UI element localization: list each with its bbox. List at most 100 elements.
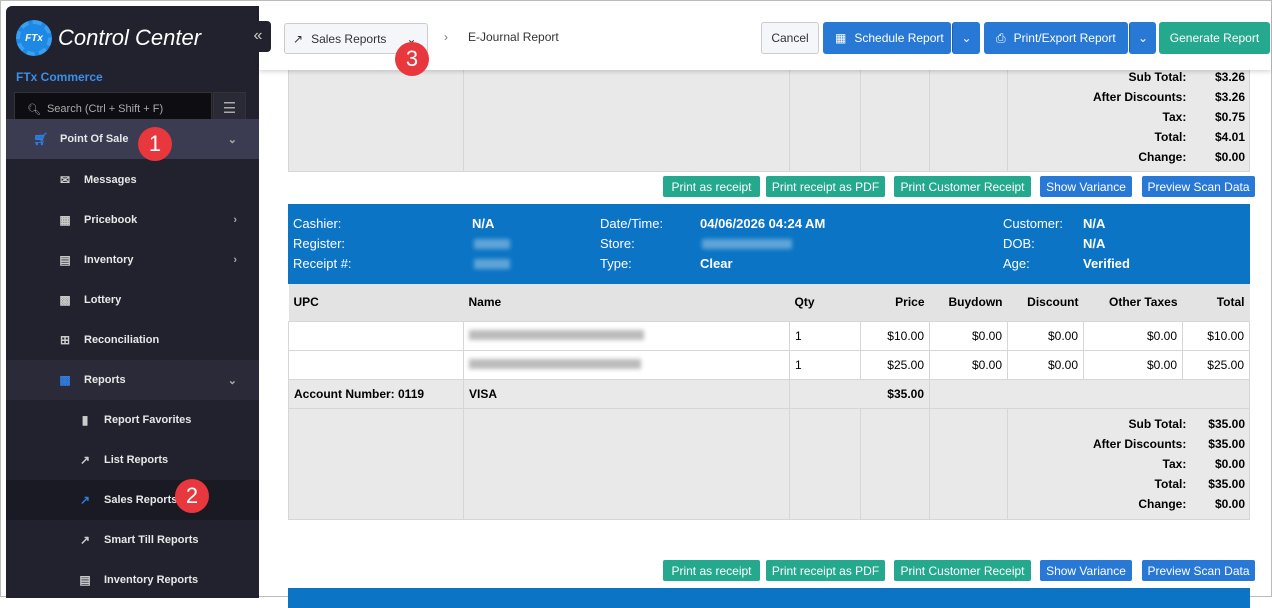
label: Point Of Sale — [60, 133, 129, 145]
schedule-report-button[interactable]: ▦ Schedule Report — [823, 22, 951, 54]
register-value-redacted — [474, 239, 510, 249]
step-badge-1: 1 — [138, 127, 172, 161]
gear-logo-icon: FTx — [16, 20, 52, 56]
datetime-label: Date/Time: — [600, 216, 664, 231]
print-pdf-button[interactable]: Print receipt as PDF — [766, 176, 885, 197]
print-customer-receipt-button[interactable]: Print Customer Receipt — [894, 560, 1031, 581]
sidebar-item-list-reports[interactable]: ↗ List Reports — [6, 440, 259, 480]
sidebar-item-pricebook[interactable]: ▦ Pricebook › — [6, 200, 259, 240]
total-line: Total: $4.01 — [1012, 127, 1245, 147]
total-value: $35.00 — [1208, 436, 1245, 451]
step-badge-3: 3 — [395, 42, 429, 76]
label: Reconciliation — [84, 334, 160, 346]
total-line: Sub Total: $35.00 — [1012, 414, 1245, 434]
register-label: Register: — [293, 236, 346, 251]
bookmark-icon: ▮ — [81, 413, 89, 427]
sidebar-item-inventory-reports[interactable]: ▤ Inventory Reports — [6, 560, 259, 598]
store-value-redacted — [702, 239, 792, 249]
upc-cell — [288, 320, 464, 351]
price-cell: $25.00 — [860, 349, 930, 380]
payment-method: VISA — [463, 378, 790, 409]
show-variance-button[interactable]: Show Variance — [1040, 560, 1132, 581]
payment-row: Account Number: 0119 VISA $35.00 — [288, 378, 1250, 409]
cancel-button[interactable]: Cancel — [761, 22, 819, 54]
type-value: Clear — [700, 256, 733, 271]
total-value: $35.00 — [1208, 476, 1245, 491]
chevron-right-icon: › — [233, 214, 237, 226]
schedule-dropdown-toggle[interactable]: ⌄ — [952, 22, 980, 54]
line-chart-icon: ↗ — [79, 453, 91, 467]
previous-receipt-totals: Sub Total: $3.26 After Discounts: $3.26 Ta… — [288, 62, 1250, 172]
totals-row: Sub Total: $35.00 After Discounts: $35.00… — [288, 407, 1250, 520]
warehouse-icon: ▤ — [59, 253, 71, 267]
step-badge-2: 2 — [175, 479, 209, 513]
search-placeholder: Search (Ctrl + Shift + F) — [46, 103, 164, 115]
label: Lottery — [84, 294, 122, 306]
print-customer-receipt-button[interactable]: Print Customer Receipt — [894, 176, 1031, 197]
sidebar-item-lottery[interactable]: ▩ Lottery — [6, 280, 259, 320]
total-line: Change: $0.00 — [1012, 494, 1245, 514]
buydown-cell: $0.00 — [929, 349, 1008, 380]
dob-label: DOB: — [1003, 236, 1035, 251]
print-as-receipt-button[interactable]: Print as receipt — [663, 176, 760, 197]
col-price: Price — [895, 295, 925, 310]
age-label: Age: — [1003, 256, 1030, 271]
sidebar-item-reports[interactable]: ▩ Reports ⌄ — [6, 360, 259, 400]
sidebar-item-smart-till-reports[interactable]: ↗ Smart Till Reports — [6, 520, 259, 560]
label: Sales Reports — [104, 494, 178, 506]
total-line: After Discounts: $3.26 — [1012, 87, 1245, 107]
collapse-sidebar-button[interactable]: « — [245, 21, 271, 52]
sidebar-item-sales-reports[interactable]: ↗ Sales Reports — [6, 480, 259, 520]
print-pdf-button[interactable]: Print receipt as PDF — [766, 560, 885, 581]
total-value: $0.00 — [1214, 496, 1245, 511]
sidebar-item-messages[interactable]: ✉ Messages — [6, 160, 259, 200]
print-as-receipt-button[interactable]: Print as receipt — [663, 560, 760, 581]
generate-report-button[interactable]: Generate Report — [1159, 22, 1270, 54]
total-value: $0.00 — [1214, 456, 1245, 471]
envelope-icon: ✉ — [59, 173, 71, 187]
cashier-value: N/A — [472, 216, 495, 231]
name-cell-redacted — [463, 349, 790, 380]
sidebar-item-inventory[interactable]: ▤ Inventory › — [6, 240, 259, 280]
col-discount: Discount — [1027, 295, 1079, 310]
sidebar-item-report-favorites[interactable]: ▮ Report Favorites — [6, 400, 259, 440]
col-qty: Qty — [794, 295, 815, 310]
cart-icon: 🛒︎ — [33, 132, 49, 146]
logo[interactable]: FTx Control Center — [16, 20, 201, 56]
line-chart-icon: ↗ — [79, 493, 91, 507]
total-label: After Discounts: — [1092, 90, 1187, 104]
label: Messages — [84, 174, 137, 186]
sidebar-item-point-of-sale[interactable]: 🛒︎ Point Of Sale ⌄ — [6, 119, 259, 159]
discount-cell: $0.00 — [1007, 320, 1084, 351]
ticket-icon: ▩ — [59, 293, 71, 307]
age-value: Verified — [1083, 256, 1130, 271]
upc-cell — [288, 349, 464, 380]
table-header-row: UPC Name Qty Price Buydown Discount Othe… — [288, 284, 1250, 321]
breadcrumb-separator-icon: › — [444, 30, 448, 44]
label: Print/Export Report — [1013, 31, 1116, 45]
qty-cell: 1 — [789, 320, 861, 351]
total-value: $3.26 — [1214, 70, 1245, 84]
col-buydown: Buydown — [948, 295, 1003, 310]
sidebar-item-reconciliation[interactable]: ⊞ Reconciliation — [6, 320, 259, 360]
col-total: Total — [1216, 295, 1245, 310]
print-export-button[interactable]: ⎙ Print/Export Report — [984, 22, 1128, 54]
total-line: Tax: $0.75 — [1012, 107, 1245, 127]
calculator-icon: ▦ — [59, 213, 71, 227]
print-export-dropdown-toggle[interactable]: ⌄ — [1129, 22, 1156, 54]
total-cell: $10.00 — [1182, 320, 1250, 351]
show-variance-button[interactable]: Show Variance — [1040, 176, 1132, 197]
breadcrumb-current: E-Journal Report — [468, 30, 559, 44]
label: Smart Till Reports — [104, 534, 199, 546]
sidebar: FTx Control Center FTx Commerce 🔍︎ Search … — [6, 6, 259, 598]
preview-scan-data-button[interactable]: Preview Scan Data — [1142, 176, 1255, 197]
report-content: Sub Total: $3.26 After Discounts: $3.26 Ta… — [259, 62, 1271, 608]
type-label: Type: — [600, 256, 632, 271]
calendar-icon: ▦ — [835, 31, 847, 45]
cashier-label: Cashier: — [293, 216, 342, 231]
org-name: FTx Commerce — [16, 70, 103, 84]
preview-scan-data-button[interactable]: Preview Scan Data — [1142, 560, 1255, 581]
discount-cell: $0.00 — [1007, 349, 1084, 380]
name-cell-redacted — [463, 320, 790, 351]
total-value: $35.00 — [1208, 416, 1245, 431]
